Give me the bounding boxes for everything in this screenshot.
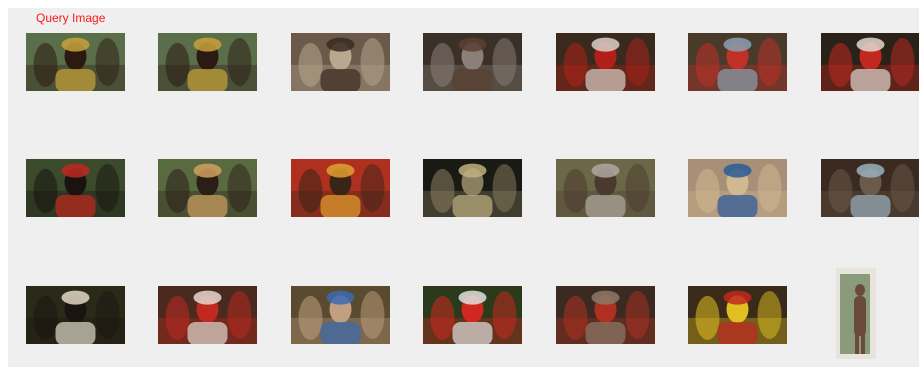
result-image[interactable]: [291, 286, 390, 344]
result-image-graphic: [26, 33, 125, 91]
query-image-label: Query Image: [36, 11, 106, 25]
result-image[interactable]: [158, 286, 257, 344]
result-image-graphic: [423, 159, 522, 217]
result-image[interactable]: [423, 159, 522, 217]
result-image-graphic: [26, 159, 125, 217]
result-image-graphic: [291, 159, 390, 217]
result-image[interactable]: [291, 159, 390, 217]
result-image[interactable]: [158, 159, 257, 217]
result-image-graphic: [688, 33, 787, 91]
result-image[interactable]: [688, 286, 787, 344]
result-image-graphic: [423, 286, 522, 344]
result-image[interactable]: [556, 33, 655, 91]
result-image-graphic: [556, 286, 655, 344]
result-image[interactable]: [688, 33, 787, 91]
result-image[interactable]: [291, 33, 390, 91]
result-image-graphic: [821, 159, 919, 217]
result-image-graphic: [556, 159, 655, 217]
result-image-graphic: [158, 159, 257, 217]
result-image-graphic: [423, 33, 522, 91]
result-image[interactable]: [26, 159, 125, 217]
result-image[interactable]: [556, 286, 655, 344]
result-image-graphic: [688, 286, 787, 344]
result-image-graphic: [291, 286, 390, 344]
result-image-graphic: [158, 286, 257, 344]
result-image-graphic: [26, 286, 125, 344]
result-image[interactable]: [821, 159, 919, 217]
result-image-graphic: [291, 33, 390, 91]
result-image-graphic: [836, 268, 876, 359]
result-image[interactable]: [423, 286, 522, 344]
result-image[interactable]: [158, 33, 257, 91]
result-image-graphic: [688, 159, 787, 217]
result-image[interactable]: [423, 33, 522, 91]
result-image-graphic: [556, 33, 655, 91]
result-image[interactable]: [26, 33, 125, 91]
result-image[interactable]: [836, 268, 876, 359]
result-image[interactable]: [556, 159, 655, 217]
result-image[interactable]: [688, 159, 787, 217]
result-image-graphic: [158, 33, 257, 91]
result-image[interactable]: [821, 33, 919, 91]
result-image-graphic: [821, 33, 919, 91]
result-image[interactable]: [26, 286, 125, 344]
